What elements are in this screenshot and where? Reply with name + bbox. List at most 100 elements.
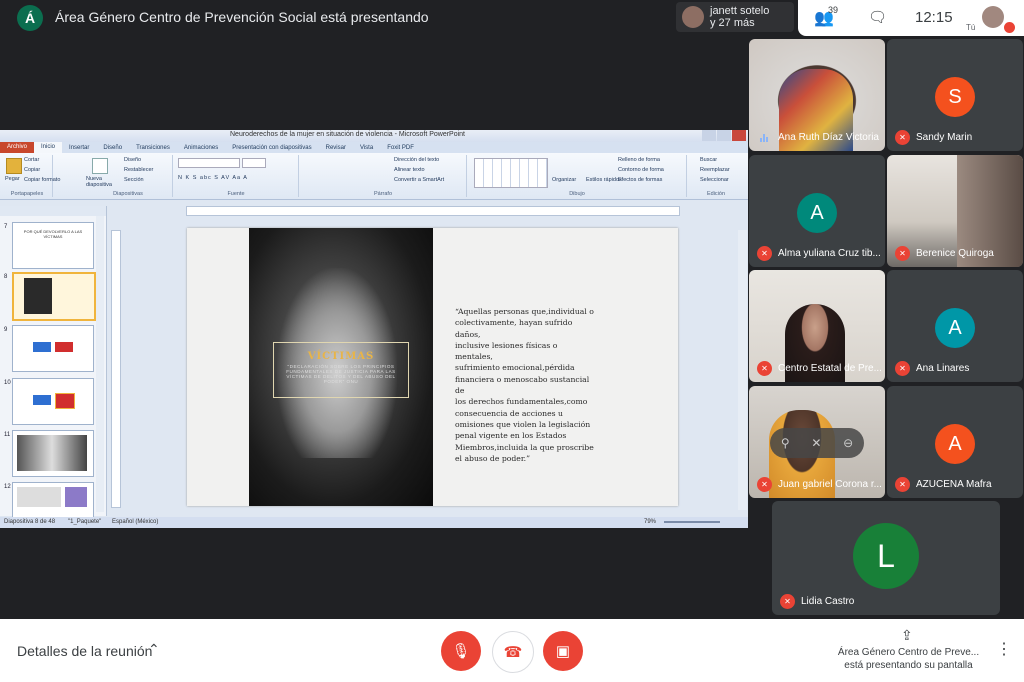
smartart-button[interactable]: Convertir a SmartArt [394,177,444,183]
thumbnail-slide[interactable] [12,325,94,372]
quick-styles-button[interactable]: Estilos rápidos [586,177,622,183]
more-options-icon[interactable]: ⊖ [843,436,853,450]
meeting-details-button[interactable]: Detalles de la reunión [17,643,152,659]
copy-format-button[interactable]: Copiar formato [24,177,60,183]
text-direction-button[interactable]: Dirección del texto [394,157,439,163]
group-label: Fuente [227,191,245,197]
tab-vista[interactable]: Vista [353,145,380,151]
shapes-gallery[interactable] [474,158,548,188]
shape-fill-button[interactable]: Relleno de forma [618,157,660,163]
chat-icon[interactable]: 🗨 [868,8,887,26]
participant-tile[interactable]: S ✕ Sandy Marin [887,39,1023,151]
tab-transiciones[interactable]: Transiciones [129,145,177,151]
mic-off-icon: ✕ [895,130,910,145]
thumbnails-scrollbar[interactable] [96,216,104,512]
thumbnail-slide-selected[interactable] [12,272,96,321]
thumbnail-item[interactable]: 8 [0,272,98,321]
tab-foxit[interactable]: Foxit PDF [380,145,421,151]
arrange-button[interactable]: Organizar [552,177,576,183]
participant-tile[interactable]: A ✕ AZUCENA Mafra [887,386,1023,498]
paste-icon[interactable] [6,158,22,174]
font-family-select[interactable] [178,158,240,168]
participant-name: Ana Ruth Díaz Victoria [778,132,879,143]
participant-tile[interactable]: A ✕ Ana Linares [887,270,1023,382]
find-button[interactable]: Buscar [700,157,717,163]
chevron-up-icon[interactable]: ⌃ [148,641,160,658]
ppt-title-bar: Neuroderechos de la mujer en situación d… [0,130,748,142]
tab-insertar[interactable]: Insertar [62,145,96,151]
reset-button[interactable]: Restablecer [124,167,153,173]
participant-tile[interactable]: Ana Ruth Díaz Victoria [749,39,885,151]
participant-tile[interactable]: ✕ Berenice Quiroga [887,155,1023,267]
thumbnail-item[interactable]: 7 POR QUÉ DEVOLVERLO A LAS VÍCTIMAS [0,222,98,269]
thumbnails-header [0,206,106,216]
thumbnail-slide[interactable] [12,430,94,477]
font-format-buttons[interactable]: N K S abc S AV Aa A [178,175,248,181]
tab-diseno[interactable]: Diseño [96,145,129,151]
cut-button[interactable]: Cortar [24,157,39,163]
font-size-select[interactable] [242,158,266,168]
thumbnail-item[interactable]: 9 [0,325,98,372]
mic-off-icon: ✕ [895,477,910,492]
tab-revisar[interactable]: Revisar [319,145,353,151]
new-slide-button[interactable]: Nueva diapositiva [86,176,120,188]
pin-icon[interactable]: ⚲ [781,436,790,450]
mic-toggle-button[interactable]: 🎙 [441,631,481,671]
presenter-avatar: Á [17,5,43,31]
victims-subtitle: "DECLARACIÓN SOBRE LOS PRINCIPIOS FUNDAM… [286,364,396,384]
group-label: Edición [706,191,726,197]
mic-off-icon: ✕ [895,246,910,261]
participants-pill-line2: y 27 más [710,17,755,29]
section-button[interactable]: Sección [124,177,144,183]
tab-archivo[interactable]: Archivo [0,142,35,153]
participant-tile[interactable]: A ✕ Alma yuliana Cruz tib... [749,155,885,267]
participant-tile[interactable]: ✕ Centro Estatal de Pre... [749,270,885,382]
zoom-slider[interactable] [664,521,720,523]
maximize-icon[interactable] [717,130,731,141]
select-button[interactable]: Seleccionar [700,177,729,183]
replace-button[interactable]: Reemplazar [700,167,730,173]
align-text-button[interactable]: Alinear texto [394,167,425,173]
mute-icon[interactable]: ✕ [811,436,821,450]
more-options-icon[interactable]: ⋮ [996,639,1012,659]
copy-button[interactable]: Copiar [24,167,40,173]
participant-avatar: A [935,424,975,464]
paste-button[interactable]: Pegar [5,176,20,182]
present-screen-icon[interactable]: ⇪ [901,627,913,644]
mic-off-icon: ✕ [757,477,772,492]
mic-off-icon: ✕ [757,246,772,261]
thumbnail-slide[interactable] [12,378,94,425]
presenting-status[interactable]: Área Género Centro de Preve... está pres… [836,646,981,672]
minimize-icon[interactable] [702,130,716,141]
participants-pill-line1: janett sotelo [710,5,770,17]
participant-tile[interactable]: L ✕ Lidia Castro [772,501,1000,615]
tab-animaciones[interactable]: Animaciones [177,145,225,151]
participant-avatar [682,6,704,28]
new-slide-icon[interactable] [92,158,108,174]
tab-inicio[interactable]: Inicio [34,142,63,153]
slide-scrollbar[interactable] [738,230,747,510]
group-label: Diapositivas [113,191,143,197]
presenting-title: Área Género Centro de Prevención Social … [55,9,429,25]
shape-effects-button[interactable]: Efectos de formas [618,177,662,183]
self-avatar[interactable] [982,6,1004,28]
tab-presentacion[interactable]: Presentación con diapositivas [225,145,318,151]
status-zoom[interactable]: 79% [644,519,656,525]
thumbnail-slide[interactable]: POR QUÉ DEVOLVERLO A LAS VÍCTIMAS [12,222,94,269]
camera-toggle-button[interactable]: ▣ [543,631,583,671]
layout-button[interactable]: Diseño [124,157,141,163]
participants-pill[interactable]: janett sotelo y 27 más [676,2,794,32]
ppt-ribbon-tabs: Archivo Inicio Insertar Diseño Transicio… [0,142,748,153]
thumbnail-item[interactable]: 11 [0,430,98,477]
mic-off-icon: 🎙 [451,643,471,660]
group-label: Párrafo [373,191,393,197]
close-icon[interactable] [732,130,746,141]
shape-outline-button[interactable]: Contorno de forma [618,167,664,173]
group-parrafo: Dirección del texto Alinear texto Conver… [300,155,467,197]
meeting-info-bar: 👥 39 🗨 12:15 Tú [798,0,1024,36]
group-fuente: N K S abc S AV Aa A Fuente [174,155,299,197]
group-label: Dibujo [569,191,585,197]
people-count: 39 [828,5,839,15]
leave-call-button[interactable]: ☎ [492,631,534,673]
thumbnail-item[interactable]: 10 [0,378,98,425]
